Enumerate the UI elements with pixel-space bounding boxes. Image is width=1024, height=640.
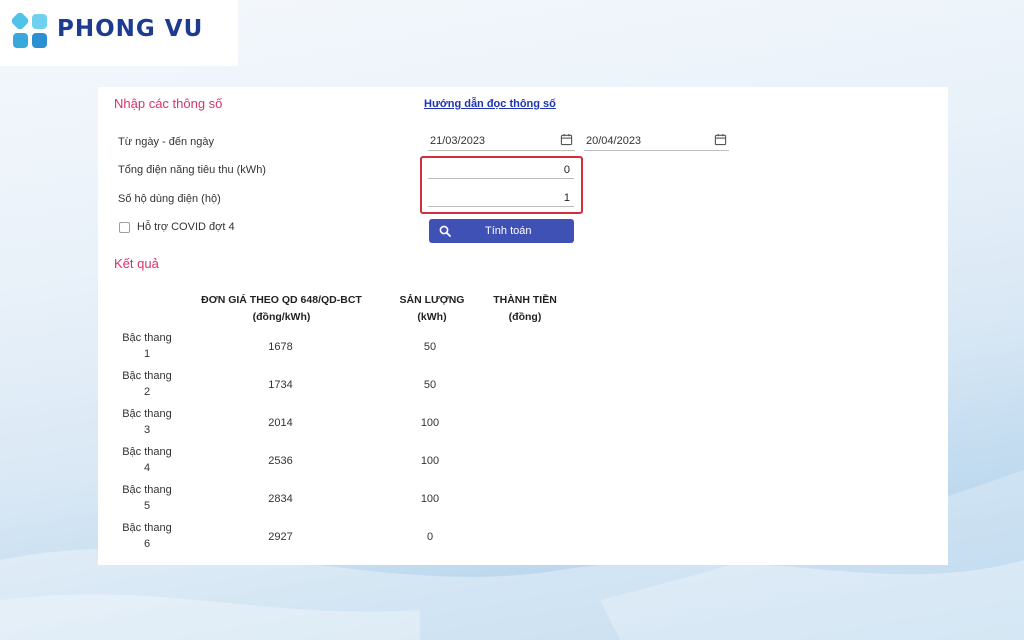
- brand-name: PHONG VU: [57, 16, 204, 42]
- amount-header-line2: (đồng): [508, 311, 542, 323]
- from-date-value: 21/03/2023: [430, 135, 486, 147]
- tier-quantity: 50: [423, 379, 437, 391]
- calculate-button[interactable]: Tính toán: [429, 219, 574, 243]
- tier-quantity: 0: [426, 531, 434, 543]
- quantity-header-line2: (kWh): [417, 311, 447, 323]
- tier-quantity: 100: [420, 493, 440, 505]
- tier-price: 1678: [268, 341, 293, 353]
- tier-label: Bậc thang 3: [108, 406, 186, 438]
- result-section-title: Kết quả: [114, 256, 159, 271]
- tier-label: Bậc thang 1: [108, 330, 186, 362]
- guide-link[interactable]: Hướng dẫn đọc thông số: [424, 98, 556, 110]
- tier-quantity: 50: [423, 341, 437, 353]
- calculate-button-label: Tính toán: [485, 225, 532, 237]
- input-section-title: Nhập các thông số: [114, 96, 223, 111]
- consumption-input[interactable]: [428, 161, 574, 179]
- phongvu-logo-icon: [11, 12, 47, 48]
- tier-text: Bậc thang: [122, 408, 172, 420]
- price-header: ĐƠN GIÁ THEO QD 648/QD-BCT (đồng/kWh): [194, 292, 369, 326]
- tier-number: 4: [143, 462, 151, 474]
- to-date-field[interactable]: 20/04/2023: [584, 133, 729, 151]
- calculator-card: Nhập các thông số Hướng dẫn đọc thông số…: [98, 87, 948, 565]
- tier-price: 2536: [268, 455, 293, 467]
- tier-number: 5: [143, 500, 151, 512]
- tier-quantity: 100: [420, 455, 440, 467]
- tier-label: Bậc thang 4: [108, 444, 186, 476]
- tier-quantity: 100: [420, 417, 440, 429]
- price-header-line1: ĐƠN GIÁ THEO QD 648/QD-BCT: [201, 294, 362, 306]
- covid-support-checkbox[interactable]: [119, 222, 130, 233]
- price-header-line2: (đồng/kWh): [252, 311, 311, 323]
- quantity-header: SẢN LƯỢNG (kWh): [391, 292, 473, 326]
- calendar-icon[interactable]: [560, 133, 573, 146]
- quantity-header-line1: SẢN LƯỢNG: [399, 294, 465, 306]
- tier-number: 1: [143, 348, 151, 360]
- tier-text: Bậc thang: [122, 484, 172, 496]
- calendar-icon[interactable]: [714, 133, 727, 146]
- consumption-label: Tổng điện năng tiêu thu (kWh): [118, 164, 266, 176]
- households-label: Số hộ dùng điện (hộ): [118, 193, 221, 205]
- tier-number: 2: [143, 386, 151, 398]
- tier-number: 3: [143, 424, 151, 436]
- amount-header-line1: THÀNH TIỀN: [493, 294, 557, 306]
- tier-label: Bậc thang 5: [108, 482, 186, 514]
- tier-text: Bậc thang: [122, 370, 172, 382]
- tier-text: Bậc thang: [122, 446, 172, 458]
- tier-number: 6: [143, 538, 151, 550]
- tier-label: Bậc thang 6: [108, 520, 186, 552]
- date-range-label: Từ ngày - đến ngày: [118, 136, 215, 148]
- tier-text: Bậc thang: [122, 522, 172, 534]
- households-input[interactable]: [428, 189, 574, 207]
- tier-price: 1734: [268, 379, 293, 391]
- to-date-value: 20/04/2023: [586, 135, 642, 147]
- tier-price: 2014: [268, 417, 293, 429]
- from-date-field[interactable]: 21/03/2023: [428, 133, 575, 151]
- search-icon: [439, 225, 451, 237]
- tier-label: Bậc thang 2: [108, 368, 186, 400]
- tier-text: Bậc thang: [122, 332, 172, 344]
- covid-support-label: Hỗ trợ COVID đợt 4: [137, 221, 235, 233]
- brand-logo: PHONG VU: [0, 0, 238, 66]
- tier-price: 2834: [268, 493, 293, 505]
- amount-header: THÀNH TIỀN (đồng): [484, 292, 566, 326]
- tier-price: 2927: [268, 531, 293, 543]
